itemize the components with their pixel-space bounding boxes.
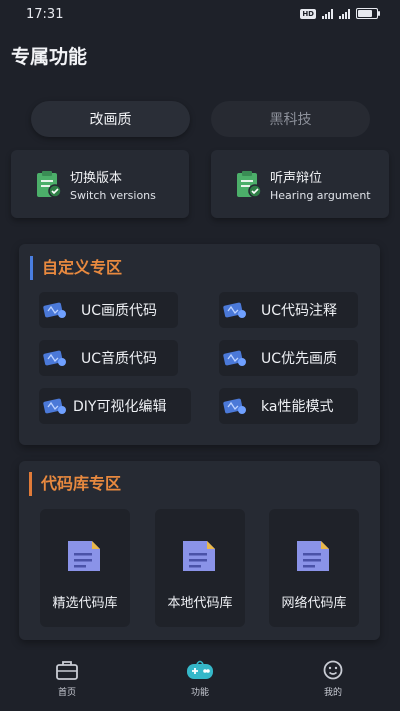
diy-visual-edit-button[interactable]: DIY可视化编辑 <box>39 388 191 424</box>
tab-label: 我的 <box>323 688 342 698</box>
bottom-tab-bar: 首页 功能 我的 <box>0 650 400 711</box>
uc-audio-code-button[interactable]: UC音质代码 <box>39 340 178 376</box>
library-section: 代码库专区 精选代码库 本地代码库 网络代码库 <box>19 461 380 640</box>
library-section-title: 代码库专区 <box>29 472 121 496</box>
switch-versions-card[interactable]: 切换版本 Switch versions <box>11 150 189 218</box>
feature-title: 切换版本 <box>70 170 123 186</box>
signal-icon-2 <box>339 8 350 19</box>
signal-icon <box>322 8 333 19</box>
tab-black-tech[interactable]: 黑科技 <box>211 101 370 137</box>
gamepad-icon <box>187 660 213 679</box>
featured-library-card[interactable]: 精选代码库 <box>40 509 130 627</box>
document-icon <box>68 541 100 571</box>
library-label: 精选代码库 <box>52 596 118 611</box>
feature-title: 听声辩位 <box>270 170 323 186</box>
clipboard-check-icon <box>37 171 62 198</box>
document-icon <box>297 541 329 571</box>
code-card-icon <box>223 302 246 318</box>
uc-code-comment-button[interactable]: UC代码注释 <box>219 292 358 328</box>
clipboard-check-icon <box>237 171 262 198</box>
status-time: 17:31 <box>26 7 64 22</box>
code-card-icon <box>223 398 246 414</box>
feature-subtitle: Hearing argument <box>270 188 371 202</box>
tab-label: 首页 <box>57 688 76 698</box>
code-card-icon <box>223 350 246 366</box>
feature-subtitle: Switch versions <box>70 188 156 202</box>
smile-face-icon <box>323 660 343 680</box>
code-card-icon <box>43 350 66 366</box>
tab-home[interactable]: 首页 <box>37 658 97 698</box>
code-card-icon <box>43 398 66 414</box>
uc-priority-quality-button[interactable]: UC优先画质 <box>219 340 358 376</box>
battery-icon <box>356 8 380 19</box>
tab-mine[interactable]: 我的 <box>303 658 363 698</box>
tab-improve-quality[interactable]: 改画质 <box>31 101 190 137</box>
library-label: 网络代码库 <box>281 596 347 611</box>
ka-performance-mode-button[interactable]: ka性能模式 <box>219 388 358 424</box>
page-title: 专属功能 <box>11 46 88 68</box>
status-bar: 17:31 HD <box>0 0 400 30</box>
uc-quality-code-button[interactable]: UC画质代码 <box>39 292 178 328</box>
document-icon <box>183 541 215 571</box>
local-library-card[interactable]: 本地代码库 <box>155 509 245 627</box>
custom-section-title: 自定义专区 <box>30 256 122 280</box>
custom-section: 自定义专区 UC画质代码 UC代码注释 UC音质代码 UC优先画质 DIY可视化… <box>19 244 380 445</box>
network-library-card[interactable]: 网络代码库 <box>269 509 359 627</box>
briefcase-icon <box>56 661 78 680</box>
library-label: 本地代码库 <box>167 596 233 611</box>
hd-icon: HD <box>300 8 316 19</box>
status-icons: HD <box>300 8 380 19</box>
hearing-argument-card[interactable]: 听声辩位 Hearing argument <box>211 150 389 218</box>
tab-features[interactable]: 功能 <box>170 658 230 698</box>
code-card-icon <box>43 302 66 318</box>
tab-label: 功能 <box>190 688 209 698</box>
